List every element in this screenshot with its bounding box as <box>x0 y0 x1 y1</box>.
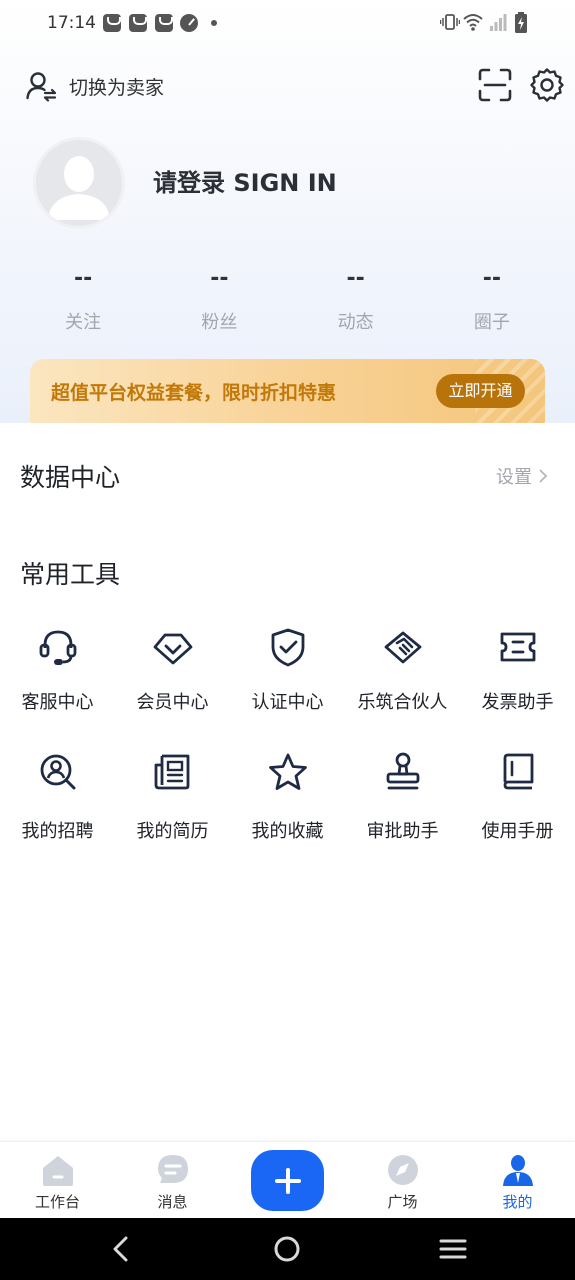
more-notifications-dot-icon <box>211 20 217 26</box>
nav-messages[interactable]: 消息 <box>115 1142 230 1219</box>
tool-partner[interactable]: 乐筑合伙人 <box>345 620 460 745</box>
login-title[interactable]: 请登录 SIGN IN <box>153 163 337 198</box>
stat-circles[interactable]: -- 圈子 <box>424 262 560 334</box>
nav-label: 工作台 <box>34 1193 80 1211</box>
gear-icon <box>530 68 564 102</box>
tool-member-center[interactable]: 会员中心 <box>115 620 230 745</box>
home-circle-icon[interactable] <box>271 1233 303 1265</box>
tool-label: 审批助手 <box>366 821 439 842</box>
data-center-title: 数据中心 <box>20 463 121 492</box>
stat-label: 粉丝 <box>201 312 238 333</box>
stamp-icon <box>386 752 419 790</box>
stat-following[interactable]: -- 关注 <box>15 262 151 334</box>
compass-icon <box>387 1155 418 1185</box>
plus-icon <box>274 1167 301 1194</box>
nav-label: 消息 <box>157 1193 188 1211</box>
tool-label: 我的招聘 <box>21 821 94 842</box>
stat-value: -- <box>73 266 93 291</box>
settings-button[interactable] <box>529 67 565 103</box>
tool-label: 使用手册 <box>481 821 554 842</box>
ticket-icon <box>500 632 535 662</box>
tool-my-resume[interactable]: 我的简历 <box>115 745 230 870</box>
tool-approval-assistant[interactable]: 审批助手 <box>345 745 460 870</box>
tool-my-recruitment[interactable]: 我的招聘 <box>0 745 115 870</box>
tools-grid: 客服中心 会员中心 认证中心 乐筑合伙人 发票助手 我的招聘 我的简历 我的收藏… <box>0 620 575 870</box>
activate-now-button[interactable]: 立即开通 <box>436 374 525 408</box>
wifi-icon <box>463 14 483 31</box>
handshake-icon <box>384 631 421 664</box>
tool-verification-center[interactable]: 认证中心 <box>230 620 345 745</box>
avatar[interactable] <box>33 137 125 229</box>
menu-icon[interactable] <box>437 1233 469 1265</box>
tool-customer-service[interactable]: 客服中心 <box>0 620 115 745</box>
vibrate-icon <box>440 14 460 30</box>
tool-user-manual[interactable]: 使用手册 <box>460 745 575 870</box>
stat-value: -- <box>210 266 229 291</box>
data-center-settings-label: 设置 <box>496 467 532 488</box>
home-icon <box>42 1156 73 1186</box>
person-search-icon <box>40 754 75 790</box>
user-switch-icon <box>26 72 57 102</box>
common-tools-title: 常用工具 <box>20 560 121 589</box>
star-icon <box>268 753 307 790</box>
shield-check-icon <box>271 628 304 667</box>
nav-mine[interactable]: 我的 <box>460 1142 575 1219</box>
status-bar: 17:14 <box>0 0 575 46</box>
scan-button[interactable] <box>478 68 512 102</box>
back-icon[interactable] <box>106 1233 138 1265</box>
tool-label: 发票助手 <box>481 692 554 713</box>
promo-text: 超值平台权益套餐，限时折扣特惠 <box>51 382 337 404</box>
stat-value: -- <box>482 266 501 291</box>
stat-label: 关注 <box>65 312 102 333</box>
chevron-right-icon <box>539 469 548 483</box>
stat-label: 圈子 <box>473 312 510 333</box>
stat-fans[interactable]: -- 粉丝 <box>151 262 287 334</box>
notification-bag-icon <box>103 14 121 32</box>
tool-my-favorites[interactable]: 我的收藏 <box>230 745 345 870</box>
nav-square[interactable]: 广场 <box>345 1142 460 1219</box>
tool-label: 我的收藏 <box>251 821 324 842</box>
user-profile-icon <box>502 1155 533 1186</box>
switch-to-seller-label: 切换为卖家 <box>69 76 165 99</box>
tool-invoice-assistant[interactable]: 发票助手 <box>460 620 575 745</box>
bottom-nav: 工作台 消息 广场 我的 <box>0 1141 575 1219</box>
notification-bag-icon <box>155 14 173 32</box>
tool-label: 认证中心 <box>251 692 324 713</box>
battery-charging-icon <box>515 12 527 33</box>
switch-to-seller-button[interactable]: 切换为卖家 <box>25 68 164 104</box>
newspaper-icon <box>154 754 189 790</box>
book-icon <box>503 753 533 790</box>
notification-bag-icon <box>129 14 147 32</box>
nav-label: 广场 <box>387 1193 418 1211</box>
nav-label: 我的 <box>502 1193 533 1211</box>
tool-label: 我的简历 <box>136 821 209 842</box>
tool-label: 乐筑合伙人 <box>357 692 448 713</box>
chat-bubble-icon <box>157 1155 188 1183</box>
promo-banner[interactable]: 超值平台权益套餐，限时折扣特惠 立即开通 <box>30 359 545 423</box>
profile-stats: -- 关注 -- 粉丝 -- 动态 -- 圈子 <box>15 262 560 334</box>
create-button[interactable] <box>251 1150 324 1211</box>
default-avatar-icon <box>48 156 110 220</box>
stat-value: -- <box>346 266 365 291</box>
scan-icon <box>478 68 512 102</box>
stat-label: 动态 <box>337 312 374 333</box>
system-nav-bar <box>0 1218 575 1280</box>
data-center-settings-link[interactable]: 设置 <box>496 463 548 489</box>
tool-label: 会员中心 <box>136 692 209 713</box>
status-time: 17:14 <box>47 13 96 33</box>
signal-icon <box>490 14 507 31</box>
tool-label: 客服中心 <box>21 692 94 713</box>
nav-workbench[interactable]: 工作台 <box>0 1142 115 1219</box>
headset-icon <box>39 630 76 665</box>
diamond-icon <box>153 633 192 665</box>
stat-posts[interactable]: -- 动态 <box>288 262 424 334</box>
notification-gauge-icon <box>180 14 198 32</box>
